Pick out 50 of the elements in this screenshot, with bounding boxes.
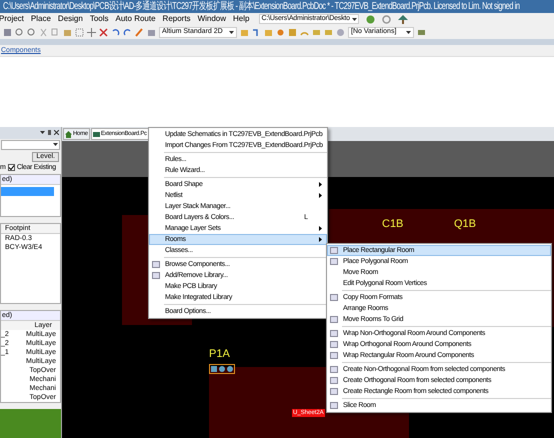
redo-icon[interactable] xyxy=(123,28,132,36)
dropdown-arrow-icon[interactable] xyxy=(40,131,45,134)
close-icon[interactable] xyxy=(54,130,59,136)
submenu-arrow-icon[interactable] xyxy=(319,182,322,187)
menu-item[interactable]: Project xyxy=(0,14,24,24)
menu-item[interactable]: Design xyxy=(58,14,83,24)
room-icon[interactable] xyxy=(330,377,338,384)
menu-item[interactable]: Help xyxy=(233,14,250,24)
room-icon[interactable] xyxy=(330,352,338,359)
room-icon[interactable] xyxy=(330,294,338,301)
select-icon[interactable] xyxy=(75,28,84,36)
footprint-pads xyxy=(209,364,235,374)
undo-icon[interactable] xyxy=(111,28,120,36)
menu-item[interactable]: Place xyxy=(30,14,51,24)
designator-label: Q1B xyxy=(454,219,476,230)
sphere-icon[interactable] xyxy=(336,28,345,36)
menu-item[interactable]: Reports xyxy=(162,14,191,24)
window-title: C:\Users\Administrator\Desktop\PCB设计\AD-多通道设计\TC297开发板扩展板 - 副本\ExtensionBoard.PcbDoc * - TC297EVB_ExtendBoard.PrjPcb. Licensed to Lim. Not signed in xyxy=(3,0,520,12)
dropdown-arrow-icon[interactable] xyxy=(406,30,411,34)
room-icon[interactable] xyxy=(152,272,160,279)
dropdown-arrow-icon[interactable] xyxy=(229,30,234,34)
route-icon[interactable] xyxy=(252,28,261,36)
room-icon[interactable] xyxy=(330,341,338,348)
dropdown-arrow-icon[interactable] xyxy=(53,143,58,146)
tree-icon[interactable] xyxy=(398,14,408,24)
room-icon[interactable] xyxy=(330,247,338,254)
dropdown-arrow-icon[interactable] xyxy=(352,18,357,20)
menu-item[interactable]: Window xyxy=(198,14,226,24)
room-icon[interactable] xyxy=(330,388,338,395)
cross-icon[interactable] xyxy=(99,28,108,36)
room-icon[interactable] xyxy=(330,316,338,323)
designator-label: C1B xyxy=(382,219,404,230)
submenu-arrow-icon[interactable] xyxy=(319,226,322,231)
room-icon[interactable] xyxy=(330,366,338,373)
submenu-arrow-icon[interactable] xyxy=(319,193,322,198)
selected-list-row[interactable] xyxy=(1,186,54,196)
board-preview xyxy=(0,408,61,438)
dot-icon[interactable] xyxy=(276,28,285,36)
pencil-icon[interactable] xyxy=(135,28,144,36)
circle-icon[interactable] xyxy=(382,14,391,24)
menu-item[interactable]: Tools xyxy=(90,14,109,24)
room-icon[interactable] xyxy=(152,261,160,268)
room-icon[interactable] xyxy=(330,330,338,337)
room-icon[interactable] xyxy=(330,402,338,409)
crosshair-icon[interactable] xyxy=(87,28,96,36)
designator-label: P1A xyxy=(209,349,230,360)
menu-item[interactable]: Auto Route xyxy=(116,14,156,24)
submenu-arrow-icon[interactable] xyxy=(319,237,322,242)
house-icon[interactable] xyxy=(65,130,72,138)
room-icon[interactable] xyxy=(330,258,338,265)
